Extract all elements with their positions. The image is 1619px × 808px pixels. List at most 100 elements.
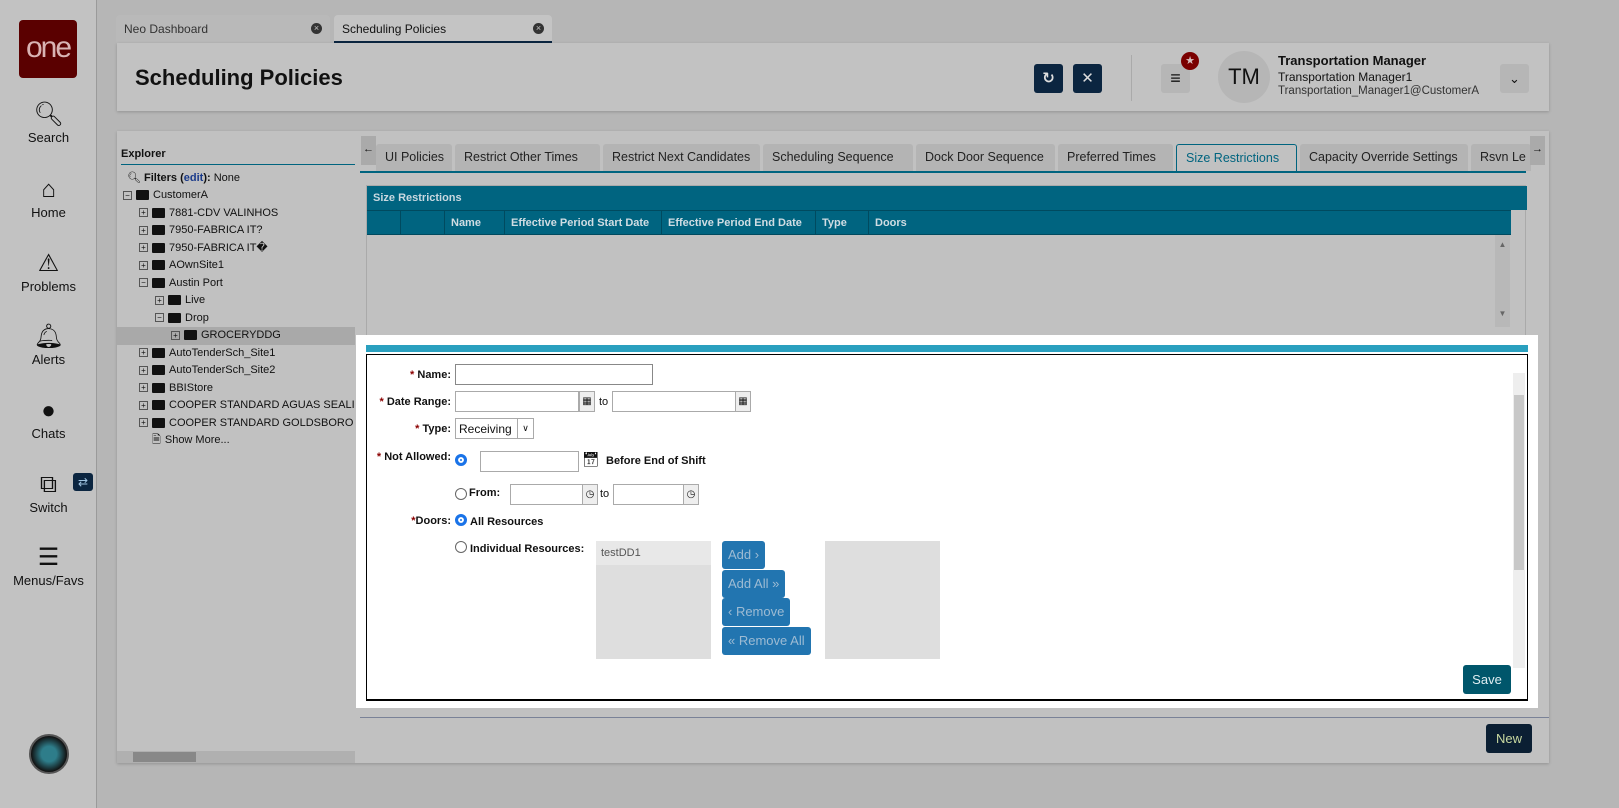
- expand-icon[interactable]: +: [139, 400, 148, 410]
- column-doors[interactable]: Doors: [875, 217, 907, 229]
- tab-size-restrictions[interactable]: Size Restrictions: [1176, 144, 1297, 173]
- expand-icon[interactable]: +: [139, 243, 148, 253]
- tree-node[interactable]: − Austin Port: [117, 275, 355, 293]
- from-radio[interactable]: [455, 488, 467, 500]
- from-label: From:: [469, 487, 501, 499]
- scrollbar-thumb[interactable]: [133, 752, 196, 762]
- tree-node[interactable]: + BBIStore: [117, 380, 355, 398]
- tabs-scroll-left[interactable]: ←: [361, 136, 376, 165]
- filters-edit-link[interactable]: edit: [184, 172, 204, 184]
- user-menu-button[interactable]: ⌄: [1500, 64, 1529, 93]
- hours-input[interactable]: [480, 451, 579, 472]
- tab-preferred-times[interactable]: Preferred Times: [1058, 144, 1173, 171]
- expand-icon[interactable]: +: [139, 260, 148, 270]
- expand-icon[interactable]: +: [139, 383, 148, 393]
- tree-node[interactable]: − Drop: [117, 310, 355, 328]
- tree-node[interactable]: + AutoTenderSch_Site1: [117, 345, 355, 363]
- calendar-icon[interactable]: ▦: [735, 391, 751, 412]
- tab-dock-door-sequence[interactable]: Dock Door Sequence: [916, 144, 1055, 171]
- all-resources-label: All Resources: [470, 516, 544, 528]
- expand-icon[interactable]: +: [155, 295, 164, 305]
- individual-resources-radio[interactable]: [455, 541, 467, 553]
- sidebar-item-home[interactable]: ⌂ Home: [0, 175, 97, 220]
- close-tab-icon[interactable]: ×: [311, 23, 322, 34]
- switch-badge-icon[interactable]: ⇄: [73, 473, 93, 491]
- tree-node[interactable]: + AOwnSite1: [117, 257, 355, 275]
- sidebar-item-chats[interactable]: ● Chats: [0, 396, 97, 441]
- tab-ui-policies[interactable]: UI Policies: [376, 144, 452, 171]
- tab-scheduling-sequence[interactable]: Scheduling Sequence: [763, 144, 913, 171]
- form-body: * Name: * Date Range: ▦ to ▦ * Type: Rec…: [366, 354, 1528, 701]
- tree-node[interactable]: 🗎︎ Show More...: [117, 432, 355, 450]
- new-button[interactable]: New: [1486, 724, 1532, 753]
- tree-node[interactable]: − CustomerA: [117, 187, 355, 205]
- column-name[interactable]: Name: [451, 217, 481, 229]
- list-item[interactable]: testDD1: [596, 541, 711, 565]
- document-icon: 🗎︎: [152, 434, 161, 446]
- tab-restrict-other-times[interactable]: Restrict Other Times: [455, 144, 600, 171]
- app-logo[interactable]: one: [19, 20, 77, 78]
- divider: [1131, 55, 1132, 101]
- type-select[interactable]: Receiving ∨: [455, 418, 534, 439]
- column-start-date[interactable]: Effective Period Start Date: [511, 217, 649, 229]
- tab-restrict-next-candidates[interactable]: Restrict Next Candidates: [603, 144, 760, 171]
- tree-node[interactable]: + Live: [117, 292, 355, 310]
- duration-picker-icon[interactable]: 📅︎: [582, 451, 600, 468]
- collapse-icon[interactable]: −: [123, 190, 132, 200]
- assistant-avatar[interactable]: [29, 734, 69, 774]
- tabs-scroll-right[interactable]: →: [1530, 136, 1545, 165]
- explorer-title: Explorer: [121, 148, 355, 165]
- tab-scheduling-policies[interactable]: Scheduling Policies ×: [334, 15, 552, 43]
- available-resources-list[interactable]: testDD1: [596, 541, 711, 659]
- expand-icon[interactable]: +: [139, 418, 148, 428]
- explorer-scrollbar[interactable]: [117, 751, 355, 763]
- clock-icon[interactable]: ◷: [582, 484, 598, 505]
- column-type[interactable]: Type: [822, 217, 847, 229]
- tree-node[interactable]: +7950-FABRICA IT�: [117, 240, 355, 258]
- tree-node[interactable]: + COOPER STANDARD AGUAS SEALING (3: [117, 397, 355, 415]
- all-resources-radio[interactable]: [455, 514, 467, 526]
- tab-capacity-override-settings[interactable]: Capacity Override Settings: [1300, 144, 1468, 171]
- column-end-date[interactable]: Effective Period End Date: [668, 217, 802, 229]
- clock-icon[interactable]: ◷: [683, 484, 699, 505]
- add-all-button[interactable]: Add All »: [722, 570, 786, 598]
- selected-resources-list[interactable]: [825, 541, 940, 659]
- sidebar-item-menus[interactable]: ☰ Menus/Favs: [0, 543, 97, 588]
- expand-icon[interactable]: +: [139, 365, 148, 375]
- tree-node[interactable]: + COOPER STANDARD GOLDSBORO: [117, 415, 355, 433]
- end-date-input[interactable]: [612, 391, 736, 412]
- from-time-input[interactable]: [510, 484, 583, 505]
- tree-node[interactable]: + GROCERYDDG: [117, 327, 355, 345]
- save-button[interactable]: Save: [1463, 665, 1511, 694]
- scrollbar-thumb[interactable]: [1514, 395, 1524, 570]
- calendar-icon[interactable]: ▦: [579, 391, 595, 412]
- close-tab-icon[interactable]: ×: [533, 23, 544, 34]
- sidebar-item-alerts[interactable]: 🔔︎ Alerts: [0, 322, 97, 367]
- tree-node[interactable]: +7881-CDV VALINHOS: [117, 205, 355, 223]
- sidebar-item-search[interactable]: 🔍︎ Search: [0, 100, 97, 145]
- tab-rsvn-le[interactable]: Rsvn Le: [1471, 144, 1531, 171]
- expand-icon[interactable]: +: [139, 208, 148, 218]
- start-date-input[interactable]: [455, 391, 579, 412]
- expand-icon[interactable]: +: [171, 330, 180, 340]
- tree-node-label: Live: [185, 294, 206, 306]
- tree-node[interactable]: +7950-FABRICA IT?: [117, 222, 355, 240]
- add-button[interactable]: Add ›: [722, 541, 766, 569]
- remove-all-button[interactable]: « Remove All: [722, 627, 811, 655]
- remove-button[interactable]: ‹ Remove: [722, 598, 791, 626]
- refresh-button[interactable]: ↻: [1034, 64, 1063, 93]
- expand-icon[interactable]: +: [139, 225, 148, 235]
- sidebar-item-problems[interactable]: ⚠ Problems: [0, 249, 97, 294]
- name-input[interactable]: [455, 364, 653, 385]
- before-end-of-shift-radio[interactable]: [455, 454, 467, 466]
- expand-icon[interactable]: +: [139, 348, 148, 358]
- collapse-icon[interactable]: −: [155, 313, 164, 323]
- to-time-input[interactable]: [613, 484, 685, 505]
- tree-node[interactable]: + AutoTenderSch_Site2: [117, 362, 355, 380]
- tab-neo-dashboard[interactable]: Neo Dashboard ×: [116, 15, 330, 43]
- close-button[interactable]: ✕: [1073, 64, 1102, 93]
- grid-vscrollbar[interactable]: ▲ ▼: [1495, 235, 1510, 327]
- collapse-icon[interactable]: −: [139, 278, 148, 288]
- form-vscrollbar[interactable]: [1513, 373, 1525, 668]
- avatar[interactable]: TM: [1218, 51, 1270, 103]
